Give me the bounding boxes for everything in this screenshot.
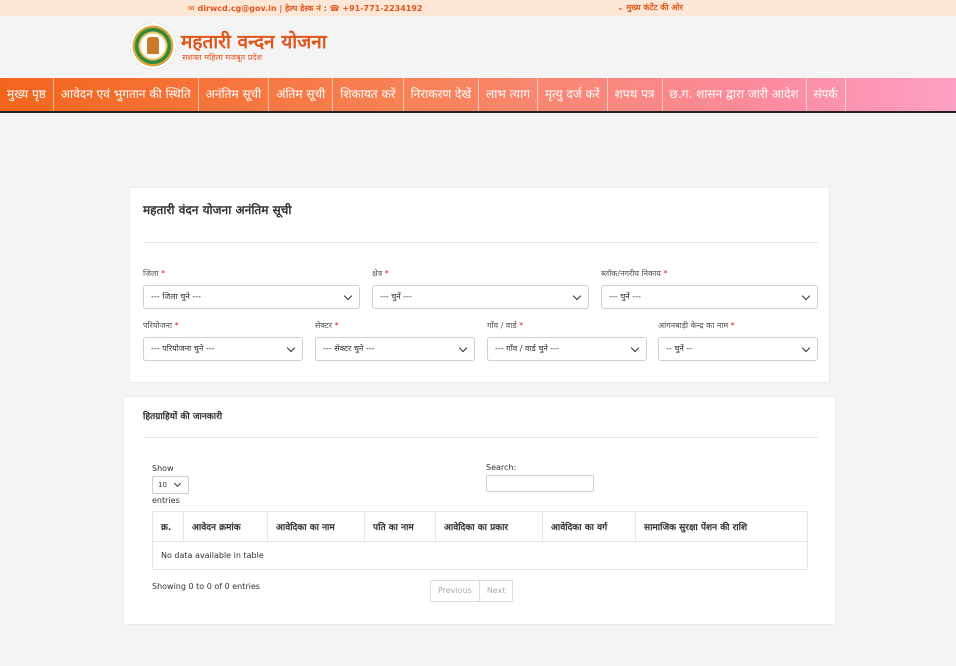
skip-link-label: मुख्य कंटेंट की ओर (626, 3, 683, 12)
nav-item-government-orders[interactable]: छ.ग. शासन द्वारा जारी आदेश (663, 78, 807, 111)
top-bar: ✉ dirwcd.cg@gov.in | हेल्प डेस्क नं : ☎ … (0, 0, 956, 16)
block-select[interactable]: --- चुनें --- (601, 285, 818, 309)
table-info: Showing 0 to 0 of 0 entries (152, 582, 260, 591)
block-label: ब्लॉक/नगरीय निकाय * (601, 269, 668, 278)
next-page-button[interactable]: Next (478, 581, 513, 601)
search-input[interactable] (486, 475, 594, 492)
table-header-row: क्र. आवेदन क्रमांक आवेदिका का नाम पति का… (152, 511, 808, 542)
beneficiaries-card-title: हितग्राहियों की जानकारी (143, 412, 223, 422)
beneficiaries-table: क्र. आवेदन क्रमांक आवेदिका का नाम पति का… (152, 511, 808, 570)
column-header-applicant-name[interactable]: आवेदिका का नाम (267, 511, 365, 542)
nav-item-death-registration[interactable]: मृत्यु दर्ज करें (538, 78, 608, 111)
empty-table-message: No data available in table (152, 541, 808, 570)
filter-card-title: महतारी वंदन योजना अनंतिम सूची (143, 203, 292, 217)
nav-item-provisional-list[interactable]: अनंतिम सूची (199, 78, 270, 111)
site-title[interactable]: महतारी वन्दन योजना (181, 28, 327, 54)
nav-item-contact[interactable]: संपर्क (807, 78, 846, 111)
nav-item-complaint[interactable]: शिकायत करें (333, 78, 404, 111)
area-label: क्षेत्र * (372, 269, 389, 278)
beneficiaries-card: हितग्राहियों की जानकारी Show 10 entries … (123, 396, 836, 625)
nav-item-home[interactable]: मुख्य पृष्ठ (0, 78, 54, 111)
contact-info: ✉ dirwcd.cg@gov.in | हेल्प डेस्क नं : ☎ … (188, 3, 423, 14)
helpdesk-phone[interactable]: +91-771-2234192 (342, 4, 422, 13)
pagination: Previous Next (430, 580, 514, 602)
sector-label: सेक्टर * (315, 321, 339, 330)
nav-item-final-list[interactable]: अंतिम सूची (269, 78, 334, 111)
nav-item-benefit-surrender[interactable]: लाभ त्याग (479, 78, 538, 111)
skip-to-content-link[interactable]: ⌄ मुख्य कंटेंट की ओर (617, 2, 683, 13)
site-tagline: सशक्त महिला मजबूत प्रदेश (182, 53, 263, 62)
contact-email[interactable]: dirwcd.cg@gov.in (198, 4, 277, 13)
chevron-down-icon (458, 343, 468, 353)
area-select[interactable]: --- चुनें --- (372, 285, 589, 309)
page-length-select[interactable]: 10 (152, 476, 189, 494)
village-select[interactable]: --- गाँव / वार्ड चुने --- (487, 337, 647, 361)
previous-page-button[interactable]: Previous (431, 581, 479, 601)
phone-icon: ☎ (329, 4, 340, 13)
column-header-pension-amount[interactable]: सामाजिक सुरक्षा पेंशन की राशि (635, 511, 808, 542)
government-emblem-logo[interactable] (130, 23, 176, 69)
nav-item-resolution[interactable]: निराकरण देखें (404, 78, 480, 111)
column-header-applicant-type[interactable]: आवेदिका का प्रकार (435, 511, 543, 542)
column-header-application-number[interactable]: आवेदन क्रमांक (183, 511, 268, 542)
main-navigation: मुख्य पृष्ठ आवेदन एवं भुगतान की स्थिति अ… (0, 78, 956, 113)
brand-header: महतारी वन्दन योजना सशक्त महिला मजबूत प्र… (0, 16, 956, 78)
chevron-down-icon (630, 343, 640, 353)
search-label: Search: (486, 463, 517, 472)
project-select[interactable]: --- परियोजना चुने --- (143, 337, 303, 361)
column-header-serial[interactable]: क्र. (152, 511, 184, 542)
chevron-down-icon (286, 343, 296, 353)
anganwadi-select[interactable]: -- चुनें -- (658, 337, 818, 361)
nav-item-affidavit[interactable]: शपथ पत्र (608, 78, 663, 111)
show-label: Show (152, 464, 174, 473)
sector-select[interactable]: --- सेक्टर चुने --- (315, 337, 475, 361)
divider (143, 242, 818, 243)
column-header-husband-name[interactable]: पति का नाम (364, 511, 436, 542)
helpdesk-label: हेल्प डेस्क नं : (285, 4, 330, 13)
nav-item-application-status[interactable]: आवेदन एवं भुगतान की स्थिति (54, 78, 199, 111)
table-row: No data available in table (152, 541, 808, 570)
chevron-down-icon (173, 479, 182, 488)
chevron-down-icon (343, 291, 353, 301)
envelope-icon: ✉ (188, 4, 195, 13)
chevron-down-icon (572, 291, 582, 301)
column-header-applicant-category[interactable]: आवेदिका का वर्ग (542, 511, 636, 542)
divider (143, 437, 818, 438)
contact-separator: | (276, 4, 286, 13)
anganwadi-label: आंगनबाड़ी केन्द्र का नाम * (658, 321, 735, 330)
district-select[interactable]: --- जिला चुने --- (143, 285, 360, 309)
village-label: गाँव / वार्ड * (487, 321, 524, 330)
filter-card: महतारी वंदन योजना अनंतिम सूची जिला * ---… (129, 187, 830, 383)
entries-label: entries (152, 496, 180, 505)
district-label: जिला * (143, 269, 166, 278)
chevron-down-icon (801, 291, 811, 301)
chevron-down-icon: ⌄ (617, 3, 624, 12)
project-label: परियोजना * (143, 321, 179, 330)
chevron-down-icon (801, 343, 811, 353)
